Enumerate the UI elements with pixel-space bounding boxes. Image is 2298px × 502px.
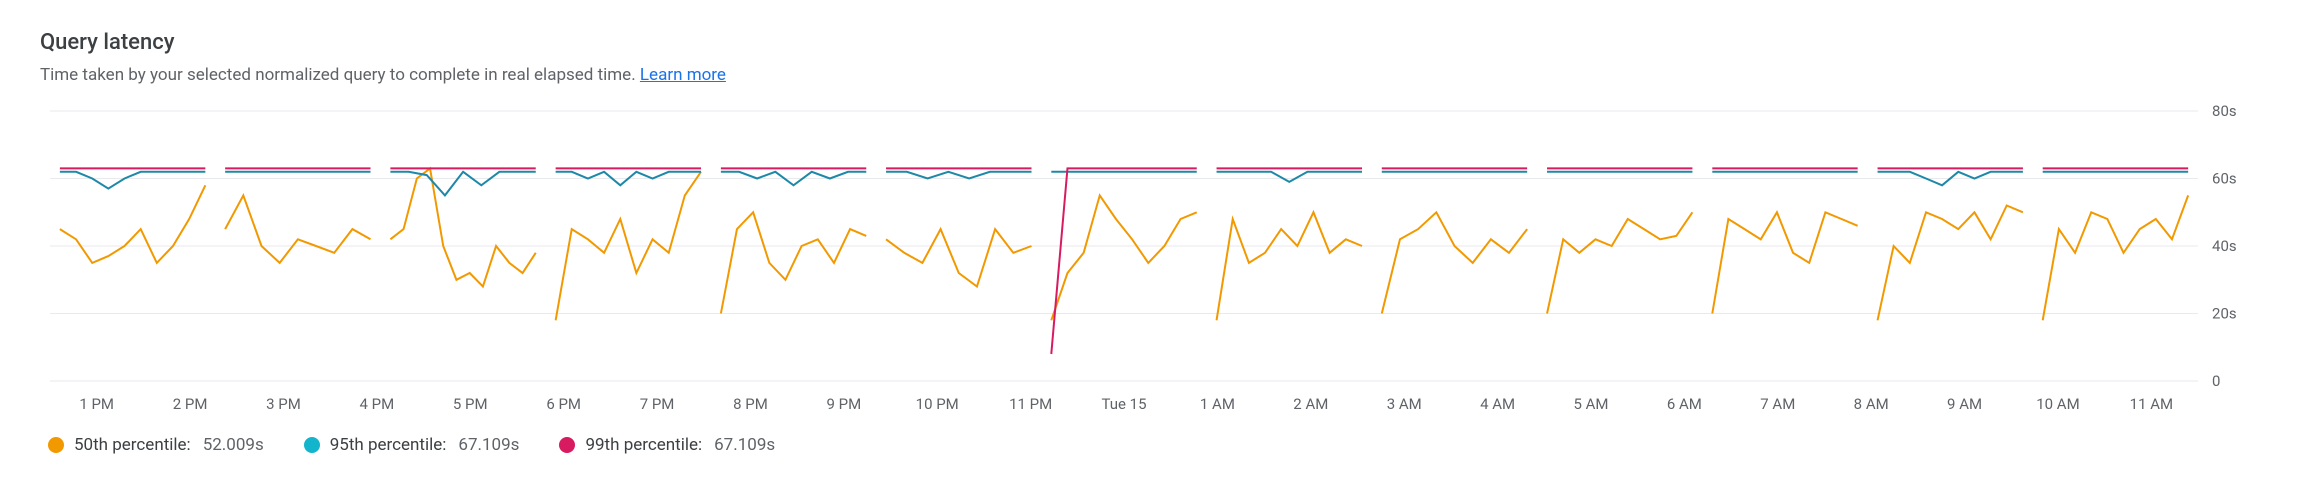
chart-header: Query latency Time taken by your selecte… xyxy=(40,30,2258,85)
svg-text:7 PM: 7 PM xyxy=(640,395,675,413)
chart-area[interactable]: 0 20s 40s 60s 80s 1 PM 2 PM 3 PM 4 PM 5 PM 6 PM 7 P… xyxy=(40,101,2258,421)
svg-text:5 AM: 5 AM xyxy=(1574,395,1609,413)
svg-text:5 PM: 5 PM xyxy=(453,395,488,413)
subtitle-text: Time taken by your selected normalized q… xyxy=(40,65,640,85)
svg-text:10 PM: 10 PM xyxy=(916,395,959,413)
legend-p95-value: 67.109s xyxy=(458,435,519,455)
svg-text:6 PM: 6 PM xyxy=(546,395,581,413)
svg-text:3 PM: 3 PM xyxy=(266,395,301,413)
legend-dot-p99 xyxy=(559,437,575,453)
chart-subtitle: Time taken by your selected normalized q… xyxy=(40,65,2258,85)
svg-text:3 AM: 3 AM xyxy=(1387,395,1422,413)
svg-text:9 AM: 9 AM xyxy=(1947,395,1982,413)
svg-text:1 PM: 1 PM xyxy=(79,395,114,413)
legend-p95[interactable]: 95th percentile: 67.109s xyxy=(304,435,520,455)
legend-p99-label: 99th percentile: xyxy=(585,435,702,455)
svg-text:8 PM: 8 PM xyxy=(733,395,768,413)
svg-text:80s: 80s xyxy=(2212,102,2237,120)
svg-text:7 AM: 7 AM xyxy=(1760,395,1795,413)
legend-p99[interactable]: 99th percentile: 67.109s xyxy=(559,435,775,455)
svg-text:2 PM: 2 PM xyxy=(173,395,208,413)
svg-text:10 AM: 10 AM xyxy=(2036,395,2079,413)
svg-text:9 PM: 9 PM xyxy=(827,395,862,413)
legend-dot-p95 xyxy=(304,437,320,453)
svg-text:20s: 20s xyxy=(2212,304,2237,322)
chart-title: Query latency xyxy=(40,30,2258,55)
svg-text:1 AM: 1 AM xyxy=(1200,395,1235,413)
svg-text:60s: 60s xyxy=(2212,169,2237,187)
svg-text:11 AM: 11 AM xyxy=(2130,395,2173,413)
legend-dot-p50 xyxy=(48,437,64,453)
query-latency-chart: 0 20s 40s 60s 80s 1 PM 2 PM 3 PM 4 PM 5 PM 6 PM 7 P… xyxy=(40,101,2258,421)
svg-text:40s: 40s xyxy=(2212,237,2237,255)
svg-text:2 AM: 2 AM xyxy=(1293,395,1328,413)
legend: 50th percentile: 52.009s 95th percentile… xyxy=(40,421,2258,455)
svg-text:6 AM: 6 AM xyxy=(1667,395,1702,413)
legend-p99-value: 67.109s xyxy=(714,435,775,455)
svg-text:4 AM: 4 AM xyxy=(1480,395,1515,413)
svg-text:8 AM: 8 AM xyxy=(1854,395,1889,413)
learn-more-link[interactable]: Learn more xyxy=(640,65,726,85)
legend-p95-label: 95th percentile: xyxy=(330,435,447,455)
svg-text:11 PM: 11 PM xyxy=(1009,395,1052,413)
svg-text:4 PM: 4 PM xyxy=(360,395,395,413)
legend-p50[interactable]: 50th percentile: 52.009s xyxy=(48,435,264,455)
svg-text:0: 0 xyxy=(2212,372,2220,390)
legend-p50-label: 50th percentile: xyxy=(74,435,191,455)
legend-p50-value: 52.009s xyxy=(203,435,264,455)
svg-text:Tue 15: Tue 15 xyxy=(1102,395,1147,413)
